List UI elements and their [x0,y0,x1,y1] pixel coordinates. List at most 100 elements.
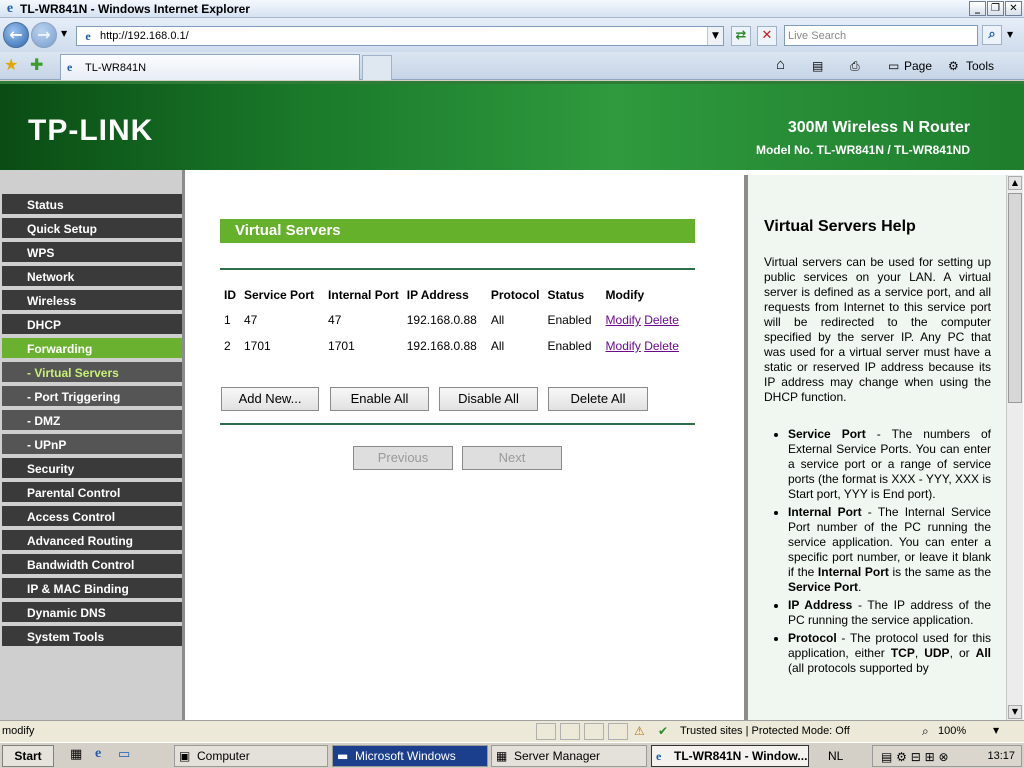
address-url: http://192.168.0.1/ [100,30,189,42]
popup-blocker-icon[interactable]: ⚠ [634,723,645,739]
help-text: . [858,580,862,594]
enable-all-button[interactable]: Enable All [330,387,429,411]
vertical-scrollbar[interactable]: ▲ ▼ [1006,175,1023,720]
security-zone[interactable]: Trusted sites | Protected Mode: Off [680,724,850,739]
disable-all-button[interactable]: Disable All [439,387,538,411]
show-desktop-icon[interactable]: ▭ [118,747,130,763]
cell-id: 2 [224,339,231,353]
table-row: 1 47 47 192.168.0.88 All Enabled Modify … [220,307,683,333]
forward-icon[interactable]: → [31,22,57,48]
favorites-star-icon[interactable]: ★ [4,56,18,74]
cell-status: Enabled [547,339,592,353]
new-tab-button[interactable] [362,55,392,80]
add-new-button[interactable]: Add New... [221,387,319,411]
help-text: is the same as the [888,565,992,579]
menu-dynamic-dns[interactable]: Dynamic DNS [2,602,182,624]
search-icon[interactable]: ⌕ [982,25,1002,45]
tools-gear-icon[interactable]: ⚙ [948,58,959,74]
page-menu-icon[interactable]: ▭ [888,58,899,74]
start-button[interactable]: Start [2,745,54,767]
maximize-button[interactable]: ❐ [987,1,1004,16]
zoom-level[interactable]: 100% [938,724,966,739]
model-number: Model No. TL-WR841N / TL-WR841ND [755,143,970,157]
next-button[interactable]: Next [462,446,562,470]
menu-upnp[interactable]: - UPnP [2,434,182,456]
modify-link[interactable]: Modify [606,339,641,353]
col-service-port: Service Port [244,288,315,302]
router-banner: TP-LINK 300M Wireless N Router Model No.… [0,81,1024,170]
page-menu[interactable]: Page [904,58,932,74]
tray-icons[interactable]: ▤ ⚙ ⊟ ⊞ ⊗ [881,749,949,765]
scroll-up-icon[interactable]: ▲ [1008,176,1022,190]
menu-bandwidth-control[interactable]: Bandwidth Control [2,554,182,576]
home-icon[interactable]: ⌂ [776,57,785,72]
zoom-dropdown-icon[interactable]: ▼ [993,726,999,736]
delete-link[interactable]: Delete [644,339,679,353]
server-manager-quicklaunch-icon[interactable]: ▦ [70,747,82,763]
menu-wireless[interactable]: Wireless [2,290,182,312]
feeds-icon[interactable]: ▤ [812,58,823,74]
stop-icon[interactable]: ✕ [757,26,777,46]
previous-button[interactable]: Previous [353,446,453,470]
tools-menu[interactable]: Tools [966,58,994,74]
tab-tl-wr841n[interactable]: e TL-WR841N [60,54,360,80]
side-menu: Status Quick Setup WPS Network Wireless … [0,170,185,720]
print-icon[interactable]: ⎙ [850,58,860,74]
scroll-down-icon[interactable]: ▼ [1008,705,1022,719]
help-text: , [914,646,925,660]
close-button[interactable]: ✕ [1005,1,1022,16]
address-dropdown-icon[interactable]: ▼ [707,27,723,45]
menu-access-control[interactable]: Access Control [2,506,182,528]
task-server-manager[interactable]: ▦ Server Manager [491,745,647,767]
menu-status[interactable]: Status [2,194,182,216]
zoom-icon: ⌕ [922,724,929,738]
menu-wps[interactable]: WPS [2,242,182,264]
menu-network[interactable]: Network [2,266,182,288]
help-text: , or [949,646,976,660]
clock[interactable]: 13:17 [987,749,1015,764]
help-item-ip-address: IP Address - The IP address of the PC ru… [788,598,991,628]
delete-link[interactable]: Delete [644,313,679,327]
language-indicator[interactable]: NL [828,749,843,763]
refresh-icon[interactable]: ⇄ [731,26,751,46]
back-icon[interactable]: ← [3,22,29,48]
page-title: Virtual Servers [220,219,695,243]
menu-forwarding[interactable]: Forwarding [2,338,182,360]
tplink-logo: TP-LINK [28,114,154,147]
virtual-servers-table: ID Service Port Internal Port IP Address… [220,283,683,359]
add-favorite-icon[interactable]: ✚ [30,56,43,74]
cell-service-port: 1701 [244,339,271,353]
ie-quicklaunch-icon[interactable]: e [95,746,101,762]
menu-security[interactable]: Security [2,458,182,480]
menu-parental-control[interactable]: Parental Control [2,482,182,504]
task-microsoft-windows[interactable]: ▬ Microsoft Windows [332,745,488,767]
menu-ip-mac-binding[interactable]: IP & MAC Binding [2,578,182,600]
menu-port-triggering[interactable]: - Port Triggering [2,386,182,408]
modify-link[interactable]: Modify [606,313,641,327]
window-title-bar[interactable]: e TL-WR841N - Windows Internet Explorer … [0,0,1024,18]
cell-ip: 192.168.0.88 [406,339,477,353]
search-options-icon[interactable]: ▼ [1007,30,1013,40]
minimize-button[interactable]: _ [969,1,986,16]
task-computer[interactable]: ▣ Computer [174,745,328,767]
menu-advanced-routing[interactable]: Advanced Routing [2,530,182,552]
delete-all-button[interactable]: Delete All [548,387,648,411]
window-icon: ▬ [337,749,349,763]
scroll-thumb[interactable] [1008,193,1022,403]
menu-system-tools[interactable]: System Tools [2,626,182,648]
task-label: Server Manager [514,749,601,763]
help-item-service-port: Service Port - The numbers of External S… [788,427,991,502]
task-ie-tl-wr841n[interactable]: e TL-WR841N - Window... [651,745,809,767]
help-term: Protocol [788,631,837,645]
search-input[interactable]: Live Search [784,25,978,46]
help-intro: Virtual servers can be used for setting … [764,255,991,404]
trusted-check-icon: ✔ [658,724,669,738]
menu-dhcp[interactable]: DHCP [2,314,182,336]
menu-dmz[interactable]: - DMZ [2,410,182,432]
menu-quick-setup[interactable]: Quick Setup [2,218,182,240]
menu-virtual-servers[interactable]: - Virtual Servers [2,362,182,384]
address-bar[interactable]: e http://192.168.0.1/ ▼ [76,26,724,46]
col-ip-address: IP Address [406,288,469,302]
history-dropdown-icon[interactable]: ▼ [61,29,67,39]
cell-internal-port: 1701 [328,339,355,353]
